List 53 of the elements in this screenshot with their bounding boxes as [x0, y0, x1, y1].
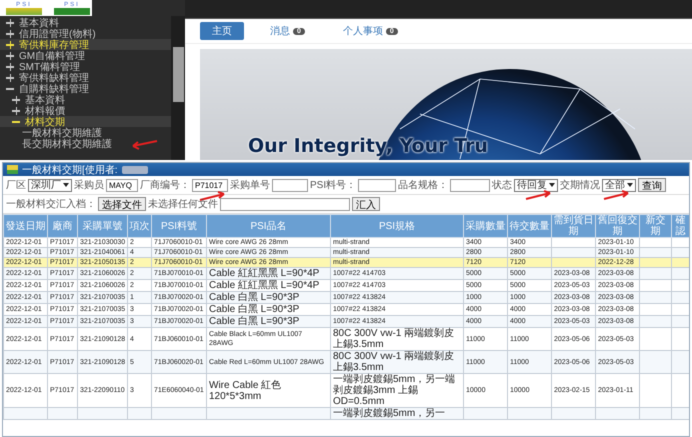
table-cell: Cable 白黑 L=90*3P [209, 292, 300, 303]
tab[interactable]: 主页 [200, 22, 244, 40]
menu-item[interactable]: SMT備料管理 [0, 61, 171, 72]
table-cell: 一端剥皮鍍錫5mm，另一端剥皮鍍錫3mm 上錫OD=0.5mm [333, 374, 456, 407]
menu-item[interactable]: GM自備料管理 [0, 50, 171, 61]
field-label: 厂商编号： [140, 178, 190, 192]
import-button[interactable]: 汇入 [352, 197, 380, 211]
field-label: 采购员 [74, 178, 104, 192]
field-label: 交期情况 [560, 178, 600, 192]
field-label: PSI料号： [310, 178, 356, 192]
table-cell: 80C 300V vw-1 兩端鍍剝皮上錫3.5mm [333, 328, 454, 350]
input-field[interactable] [358, 178, 396, 192]
input-field[interactable]: P71017 [192, 178, 228, 192]
menu-item[interactable]: 材料報價 [0, 105, 171, 116]
window-title: 一般材料交期[使用者: [22, 164, 118, 176]
table-cell: 一端剥皮鍍錫5mm，另一 [333, 408, 446, 419]
field-label: 厂区 [6, 179, 26, 192]
caret-icon [549, 183, 556, 187]
scrollbar-thumb[interactable] [172, 47, 184, 102]
menu-item[interactable]: 基本資料 [0, 94, 171, 105]
input-field[interactable] [220, 198, 350, 210]
menu-item[interactable]: 寄供料缺料管理 [0, 72, 171, 83]
table-cell: Cable 紅紅黑黑 L=90*4P [209, 280, 320, 291]
redacted-block [122, 166, 148, 174]
table-cell: Cable 白黑 L=90*3P [209, 304, 300, 315]
menu-item[interactable]: 一般材料交期維護 [0, 127, 171, 138]
file-status: 未选择任何文件 [148, 198, 218, 211]
scrollbar[interactable] [171, 16, 185, 160]
table-cell: Wire Cable 紅色 120*5*3mm [209, 380, 282, 402]
menu-item[interactable]: 自購料缺料管理 [0, 83, 171, 94]
menu-item[interactable]: 材料交期 [0, 116, 171, 127]
window-icon [7, 165, 18, 174]
menu-item[interactable]: 長交期材料交期維護 [0, 138, 171, 149]
table-cell: 80C 300V vw-1 兩端鍍剝皮上錫3.5mm [333, 351, 454, 373]
table-cell: Cable 白黑 L=90*3P [209, 316, 300, 327]
field-label: 采购单号 [230, 178, 270, 192]
field-label: 一般材料交汇入档： [6, 198, 96, 211]
menu-item[interactable]: 基本資料 [0, 17, 171, 28]
menu-item[interactable]: 信用證管理(物料) [0, 28, 171, 39]
caret-icon [627, 183, 634, 187]
table-cell: Cable 紅紅黑黑 L=90*4P [209, 268, 320, 279]
field-label: 品名规格： [398, 178, 448, 192]
dropdown[interactable]: 全部 [602, 178, 636, 192]
input-field[interactable] [272, 178, 308, 192]
field-label: 状态 [492, 178, 512, 192]
input-field[interactable]: MAYQ [106, 178, 138, 192]
input-field[interactable] [450, 178, 490, 192]
caret-icon [63, 183, 69, 187]
search-button[interactable]: 查询 [638, 178, 666, 192]
menu-item[interactable]: 寄供料庫存管理 [0, 39, 171, 50]
dropdown[interactable]: 深圳厂 [28, 178, 72, 192]
choose-file-button[interactable]: 选择文件 [98, 197, 146, 211]
dropdown[interactable]: 待回复 [514, 178, 558, 192]
